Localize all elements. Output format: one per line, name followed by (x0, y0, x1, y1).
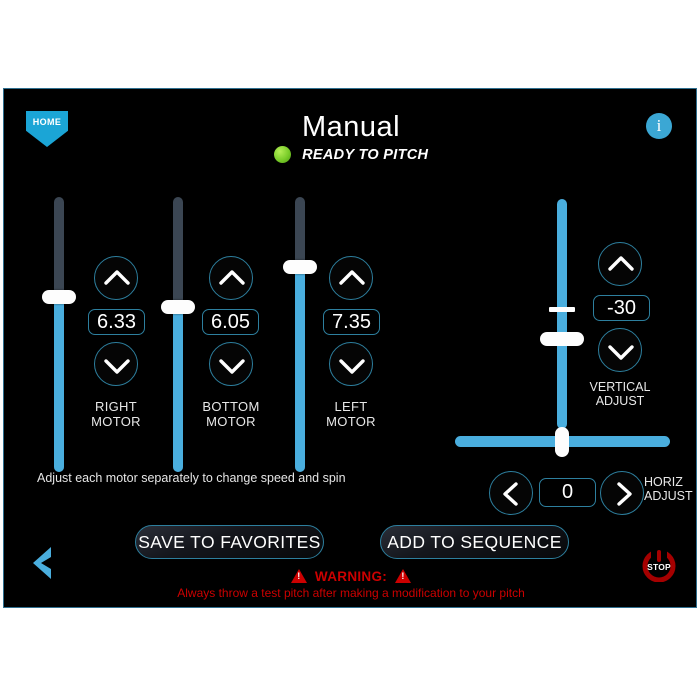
left-motor-slider-thumb[interactable] (283, 260, 317, 274)
chevron-left-icon (503, 482, 518, 506)
bottom-motor-value[interactable]: 6.05 (202, 309, 259, 335)
save-to-favorites-button[interactable]: SAVE TO FAVORITES (135, 525, 324, 559)
left-motor-value[interactable]: 7.35 (323, 309, 380, 335)
horizontal-adjust-value[interactable]: 0 (539, 478, 596, 507)
left-motor-label-line2: MOTOR (326, 414, 376, 429)
vertical-adjust-label-line2: ADJUST (595, 394, 645, 408)
bottom-motor-label-line2: MOTOR (206, 414, 256, 429)
page-title: Manual (301, 111, 401, 143)
status-badge: READY TO PITCH (302, 147, 429, 163)
status-row: READY TO PITCH (4, 146, 696, 164)
chevron-down-icon (608, 345, 634, 360)
vertical-adjust-value[interactable]: -30 (593, 295, 650, 321)
chevron-up-icon (339, 270, 365, 285)
bottom-motor-increase-button[interactable] (209, 256, 253, 300)
bottom-motor-slider[interactable] (161, 197, 195, 472)
vertical-adjust-slider[interactable] (557, 199, 567, 429)
left-motor-label-line1: LEFT (334, 399, 368, 414)
chevron-up-icon (104, 270, 130, 285)
status-led-icon (273, 146, 291, 163)
chevron-right-icon (617, 482, 632, 506)
horizontal-adjust-label-line2: ADJUST (644, 489, 693, 503)
left-motor-decrease-button[interactable] (329, 342, 373, 386)
warning-message: Always throw a test pitch after making a… (177, 586, 525, 600)
horizontal-adjust-slider-thumb[interactable] (555, 427, 569, 457)
horizontal-adjust-left-button[interactable] (489, 471, 533, 515)
warning-title-row: WARNING: (4, 569, 696, 584)
chevron-down-icon (339, 359, 365, 374)
bottom-motor-slider-thumb[interactable] (161, 300, 195, 314)
right-motor-slider-fill (54, 297, 64, 472)
right-motor-increase-button[interactable] (94, 256, 138, 300)
vertical-adjust-center-tick (549, 307, 575, 312)
chevron-up-icon (608, 256, 634, 271)
right-motor-decrease-button[interactable] (94, 342, 138, 386)
warning-triangle-icon-right (395, 569, 412, 583)
chevron-down-icon (104, 359, 130, 374)
bottom-motor-decrease-button[interactable] (209, 342, 253, 386)
motor-hint-text: Adjust each motor separately to change s… (37, 471, 346, 485)
vertical-adjust-label-line1: VERTICAL (589, 380, 651, 394)
right-motor-value[interactable]: 6.33 (88, 309, 145, 335)
left-motor-slider[interactable] (283, 197, 317, 472)
right-motor-slider-thumb[interactable] (42, 290, 76, 304)
horizontal-adjust-label-line1: HORIZ (644, 475, 683, 489)
left-motor-slider-fill (295, 267, 305, 472)
warning-title: WARNING: (314, 569, 388, 584)
horizontal-adjust-label: HORIZ ADJUST (644, 475, 696, 503)
chevron-down-icon (219, 359, 245, 374)
vertical-adjust-label: VERTICAL ADJUST (580, 380, 660, 408)
right-motor-label: RIGHT MOTOR (61, 399, 171, 429)
app-window: HOME i Manual READY TO PITCH 6.33 RIGHT … (3, 88, 697, 608)
left-motor-increase-button[interactable] (329, 256, 373, 300)
right-motor-slider[interactable] (42, 197, 76, 472)
vertical-adjust-slider-thumb[interactable] (540, 332, 584, 346)
chevron-up-icon (219, 270, 245, 285)
vertical-adjust-increase-button[interactable] (598, 242, 642, 286)
warning-triangle-icon-left (290, 569, 307, 583)
right-motor-label-line1: RIGHT (95, 399, 137, 414)
left-motor-label: LEFT MOTOR (296, 399, 406, 429)
add-to-sequence-button[interactable]: ADD TO SEQUENCE (380, 525, 569, 559)
bottom-motor-slider-fill (173, 307, 183, 472)
horizontal-adjust-right-button[interactable] (600, 471, 644, 515)
bottom-motor-label-line1: BOTTOM (202, 399, 260, 414)
vertical-adjust-decrease-button[interactable] (598, 328, 642, 372)
bottom-motor-label: BOTTOM MOTOR (176, 399, 286, 429)
right-motor-label-line2: MOTOR (91, 414, 141, 429)
